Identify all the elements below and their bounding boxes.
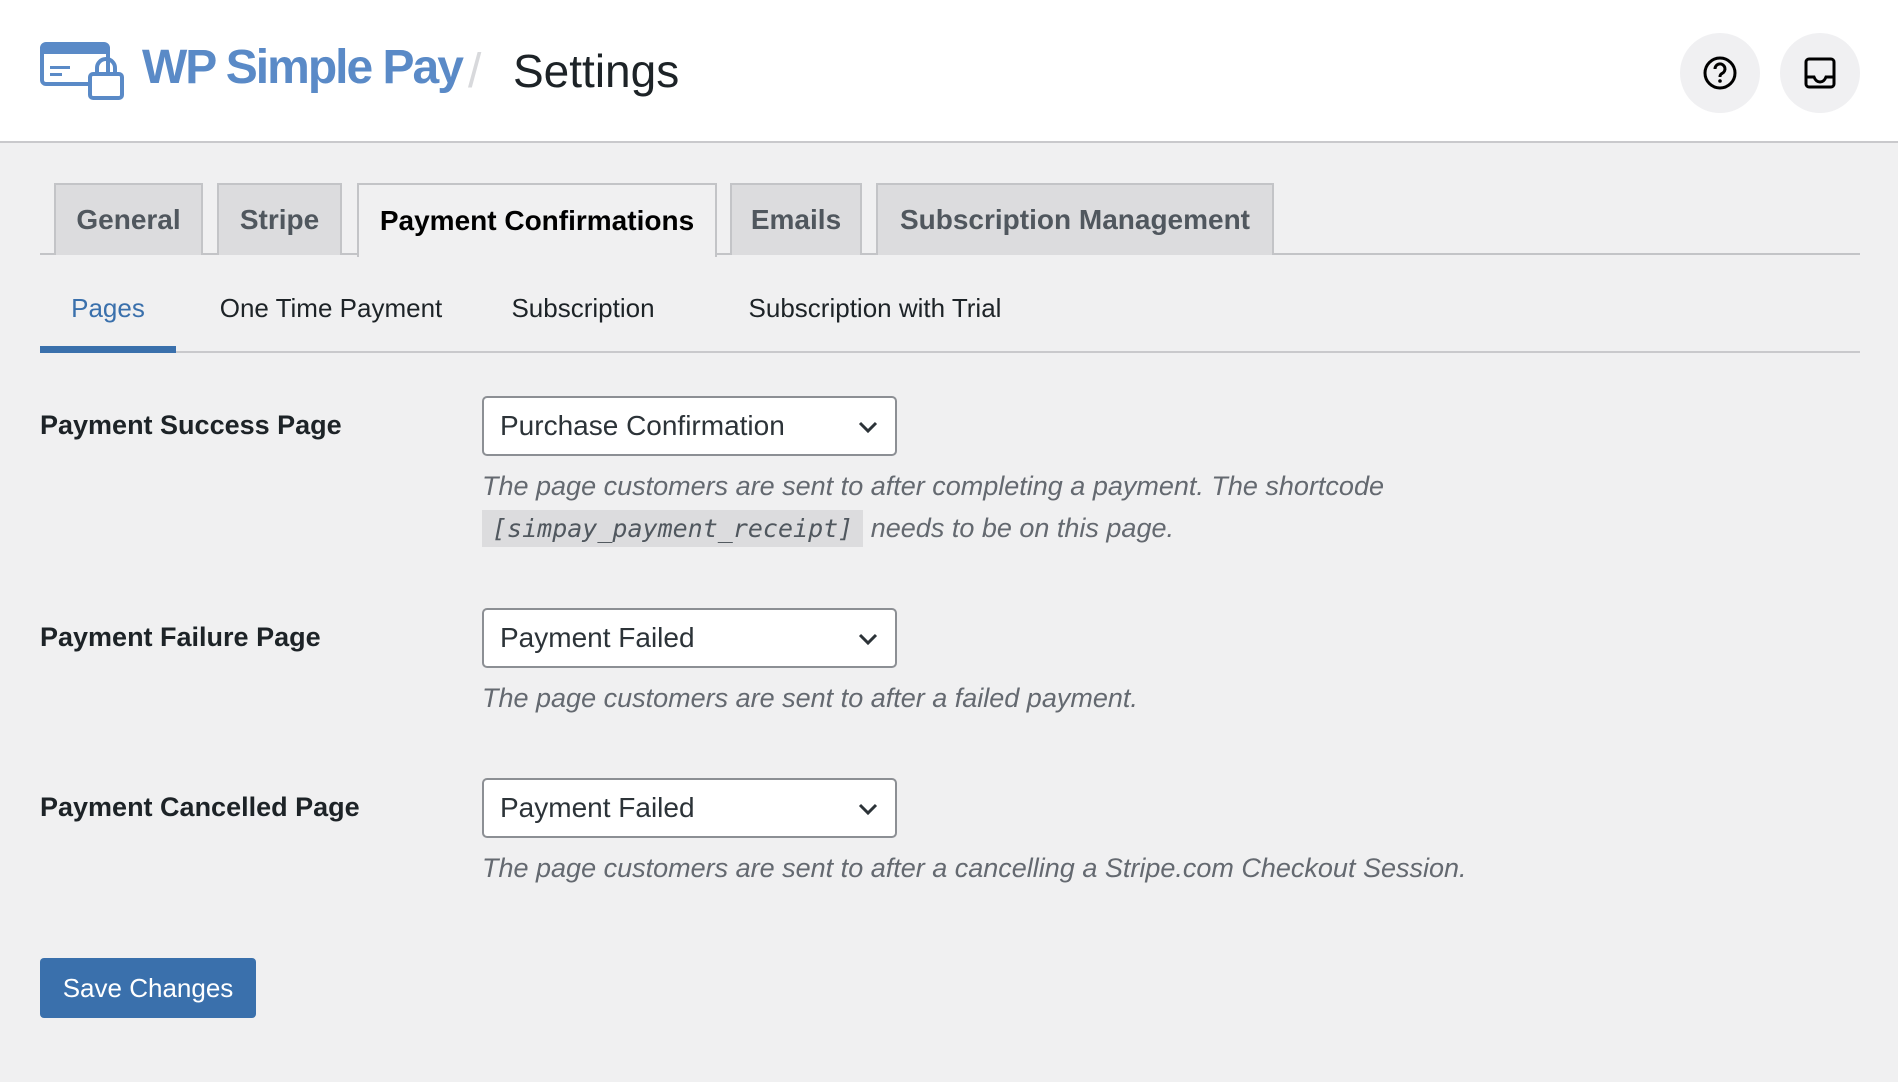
- payment-cancelled-page-select[interactable]: Payment Failed: [482, 778, 897, 838]
- inbox-icon: [1804, 57, 1836, 89]
- section-subtabs: Pages One Time Payment Subscription Subs…: [40, 270, 1860, 353]
- help-circle-icon: [1703, 56, 1737, 90]
- tab-stripe[interactable]: Stripe: [217, 183, 342, 255]
- payment-failure-page-label: Payment Failure Page: [40, 622, 321, 652]
- payment-failure-page-description: The page customers are sent to after a f…: [482, 683, 1138, 713]
- notifications-inbox-button[interactable]: [1780, 33, 1860, 113]
- chevron-down-icon: [858, 803, 878, 816]
- payment-success-page-description: The page customers are sent to after com…: [482, 465, 1682, 550]
- payment-cancelled-page-label: Payment Cancelled Page: [40, 792, 360, 822]
- subtab-one-time-payment[interactable]: One Time Payment: [206, 270, 456, 353]
- page-title: Settings: [513, 45, 680, 97]
- shortcode: [simpay_payment_receipt]: [482, 510, 864, 547]
- brand-name: WP Simple Pay: [142, 41, 464, 94]
- breadcrumb-separator: /: [468, 45, 482, 98]
- subtab-subscription[interactable]: Subscription: [486, 270, 680, 353]
- subtab-subscription-with-trial[interactable]: Subscription with Trial: [710, 270, 1040, 353]
- tab-subscription-management[interactable]: Subscription Management: [876, 183, 1274, 255]
- description-text: needs to be on this page.: [870, 513, 1174, 543]
- help-button[interactable]: [1680, 33, 1760, 113]
- description-text: The page customers are sent to after com…: [482, 471, 1384, 501]
- select-value: Payment Failed: [500, 792, 695, 823]
- subtab-pages[interactable]: Pages: [40, 270, 176, 353]
- payment-success-page-select[interactable]: Purchase Confirmation: [482, 396, 897, 456]
- settings-tabs: General Stripe Payment Confirmations Ema…: [40, 183, 1860, 257]
- tab-general[interactable]: General: [54, 183, 203, 255]
- payment-success-page-label: Payment Success Page: [40, 410, 342, 440]
- page-header: WP Simple Pay / Settings: [0, 0, 1898, 143]
- wp-simple-pay-logo-icon: [40, 42, 124, 100]
- payment-cancelled-page-description: The page customers are sent to after a c…: [482, 853, 1467, 883]
- tab-emails[interactable]: Emails: [730, 183, 862, 255]
- save-changes-button[interactable]: Save Changes: [40, 958, 256, 1018]
- chevron-down-icon: [858, 421, 878, 434]
- select-value: Purchase Confirmation: [500, 410, 785, 441]
- payment-failure-page-select[interactable]: Payment Failed: [482, 608, 897, 668]
- select-value: Payment Failed: [500, 622, 695, 653]
- tab-payment-confirmations[interactable]: Payment Confirmations: [357, 183, 717, 257]
- chevron-down-icon: [858, 633, 878, 646]
